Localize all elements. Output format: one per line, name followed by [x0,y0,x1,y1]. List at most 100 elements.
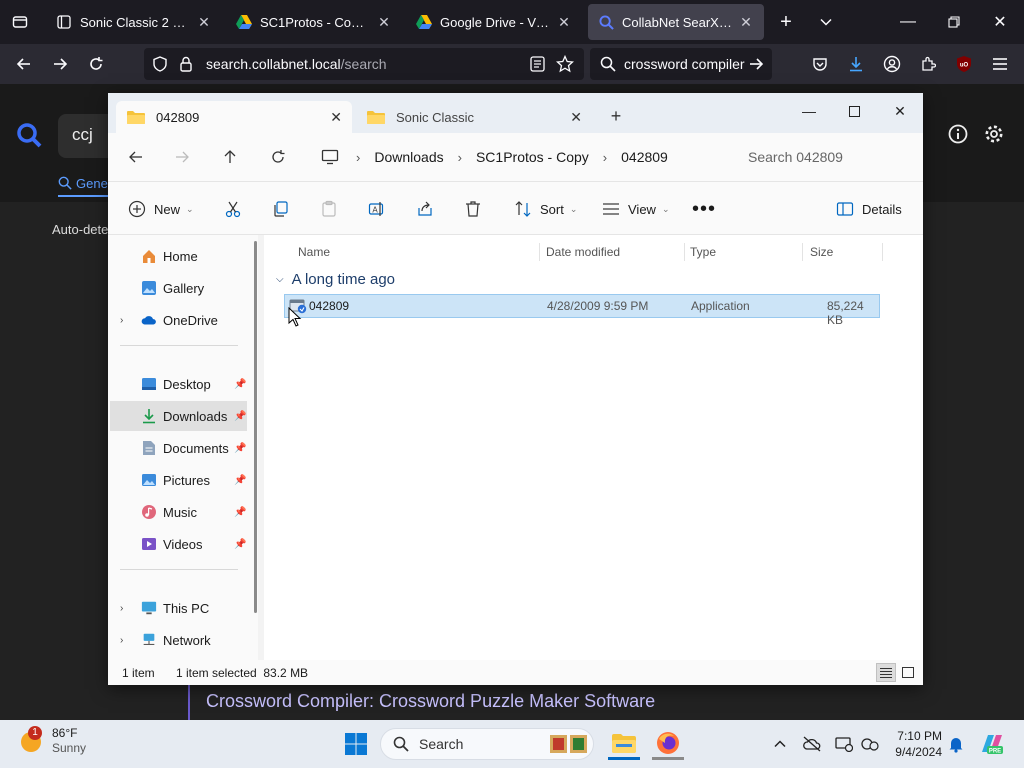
reader-view-icon[interactable] [530,56,545,75]
url-bar[interactable]: search.collabnet.local/search [144,48,584,80]
nav-item-onedrive[interactable]: › OneDrive [110,305,247,335]
share-button[interactable] [412,196,438,222]
lock-icon[interactable] [178,55,194,76]
browser-tab-drive-zip[interactable]: SC1Protos - Copy.zip - Google Drive ✕ [226,4,402,40]
info-icon[interactable] [948,124,968,144]
view-button[interactable]: View ⌄ [602,196,670,222]
notification-bell-icon[interactable] [944,732,968,756]
shield-icon[interactable] [152,56,168,75]
close-icon[interactable]: ✕ [196,14,212,31]
download-icon[interactable] [844,52,868,76]
chevron-right-icon[interactable]: › [352,150,364,165]
minimize-button[interactable]: — [896,10,920,34]
chevron-up-icon[interactable] [768,732,792,756]
forward-icon[interactable] [168,145,196,169]
close-icon[interactable]: ✕ [570,109,582,126]
nav-item-videos[interactable]: Videos 📌 [110,529,247,559]
searxng-logo-icon[interactable] [16,122,42,155]
weather-widget[interactable]: 1 86°F Sunny [18,726,86,756]
nav-item-this-pc[interactable]: › This PC [110,593,247,623]
pin-icon[interactable]: 📌 [234,475,246,486]
explorer-tab-sonic-classic[interactable]: Sonic Classic ✕ [356,101,592,133]
nav-item-documents[interactable]: Documents 📌 [110,433,247,463]
column-divider[interactable] [802,243,803,261]
settings-gear-icon[interactable] [984,124,1004,144]
copy-button[interactable] [268,196,294,222]
nav-scrollbar[interactable] [254,241,257,613]
browser-tab-sonic[interactable]: Sonic Classic 2 Collection ✕ [46,4,222,40]
account-icon[interactable] [880,52,904,76]
close-window-button[interactable]: ✕ [988,10,1012,34]
column-divider[interactable] [882,243,883,261]
forward-icon[interactable] [48,52,72,76]
taskbar-search[interactable]: Search [380,728,594,760]
network-status-icon[interactable] [858,732,882,756]
column-header-name[interactable]: Name [298,241,330,263]
chevron-right-icon[interactable]: › [120,635,123,646]
nav-item-desktop[interactable]: Desktop 📌 [110,369,247,399]
column-divider[interactable] [539,243,540,261]
sort-button[interactable]: Sort ⌄ [514,196,577,222]
chevron-down-icon[interactable]: ⌵ [276,274,284,285]
details-pane-button[interactable]: Details [836,196,902,222]
close-window-button[interactable]: ✕ [877,97,923,125]
breadcrumb-downloads[interactable]: Downloads [364,149,453,165]
pin-icon[interactable]: 📌 [234,507,246,518]
chevron-right-icon[interactable]: › [120,603,123,614]
rename-button[interactable]: A [364,196,390,222]
breadcrumb-042809[interactable]: 042809 [611,149,678,165]
browser-tab-searxng[interactable]: CollabNet SearXNG ✕ [588,4,764,40]
details-view-button[interactable] [876,663,896,682]
pin-icon[interactable]: 📌 [234,379,246,390]
copilot-icon[interactable]: PRE [976,732,1008,756]
group-header[interactable]: ⌵ A long time ago [276,271,395,288]
table-row[interactable]: 042809 4/28/2009 9:59 PM Application 85,… [284,294,880,327]
back-icon[interactable] [122,145,150,169]
maximize-button[interactable] [831,97,877,125]
reload-icon[interactable] [84,52,108,76]
display-icon[interactable] [832,732,856,756]
nav-item-pictures[interactable]: Pictures 📌 [110,465,247,495]
minimize-button[interactable]: — [786,97,832,125]
nav-item-gallery[interactable]: Gallery [110,273,247,303]
pin-icon[interactable]: 📌 [234,539,246,550]
new-tab-button[interactable]: + [774,10,798,34]
bookmark-star-icon[interactable] [555,54,575,76]
pin-icon[interactable]: 📌 [234,443,246,454]
nav-item-network[interactable]: › Network [110,625,247,655]
monitor-icon[interactable] [316,145,344,169]
close-icon[interactable]: ✕ [556,14,572,31]
tiles-view-button[interactable] [898,663,918,682]
close-icon[interactable]: ✕ [330,109,342,126]
pin-icon[interactable]: 📌 [234,411,246,422]
pocket-icon[interactable] [808,52,832,76]
tab-list-icon[interactable] [8,10,32,34]
menu-icon[interactable] [988,52,1012,76]
new-button[interactable]: New ⌄ [128,196,194,222]
onedrive-offline-icon[interactable] [800,732,824,756]
browser-tab-drive-warning[interactable]: Google Drive - Virus scan warning ✕ [406,4,582,40]
restore-button[interactable] [942,10,966,34]
close-icon[interactable]: ✕ [738,14,754,31]
chevron-right-icon[interactable]: › [120,315,123,326]
up-arrow-icon[interactable] [216,145,244,169]
windows-start-icon[interactable] [340,728,372,760]
refresh-icon[interactable] [264,145,292,169]
file-explorer-taskbar-icon[interactable] [608,728,640,760]
breadcrumb-sc1protos[interactable]: SC1Protos - Copy [466,149,599,165]
close-icon[interactable]: ✕ [376,14,392,31]
nav-item-downloads[interactable]: Downloads 📌 [110,401,247,431]
nav-item-music[interactable]: Music 📌 [110,497,247,527]
paste-button[interactable] [316,196,342,222]
more-options-button[interactable]: ••• [692,196,716,222]
column-header-type[interactable]: Type [690,241,716,263]
ublock-icon[interactable]: uO [952,52,976,76]
column-header-date[interactable]: Date modified [546,241,620,263]
search-bar[interactable]: crossword compiler [590,48,772,80]
chevron-right-icon[interactable]: › [599,150,611,165]
search-result-title[interactable]: Crossword Compiler: Crossword Puzzle Mak… [188,684,655,720]
column-divider[interactable] [684,243,685,261]
system-clock[interactable]: 7:10 PM 9/4/2024 [886,728,942,760]
delete-button[interactable] [460,196,486,222]
chevron-right-icon[interactable]: › [454,150,466,165]
